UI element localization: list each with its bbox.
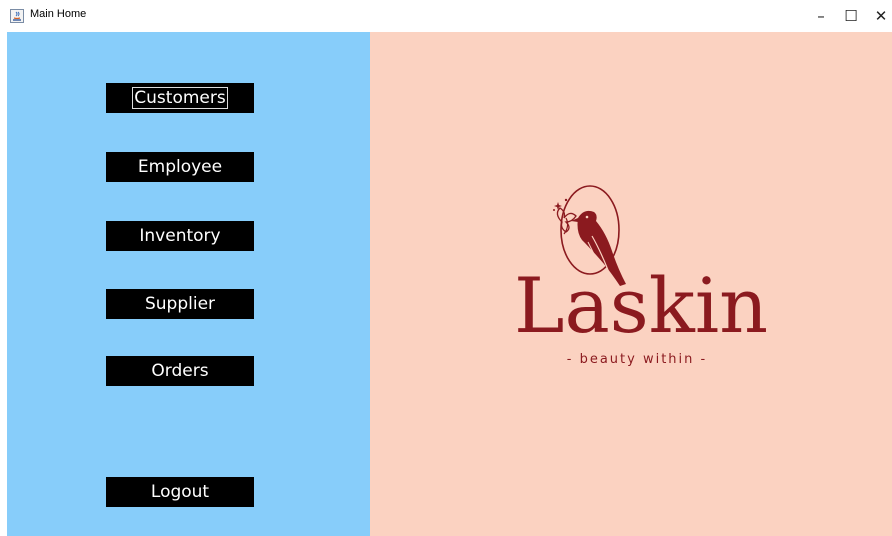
maximize-icon[interactable]: ☐ — [836, 0, 866, 32]
orders-button[interactable]: Orders — [106, 356, 254, 386]
customers-button[interactable]: Customers — [106, 83, 254, 113]
brand-tagline: - beauty within - — [567, 352, 707, 367]
brand-panel: Laskin - beauty within - — [370, 32, 892, 536]
brand-name: Laskin — [514, 261, 768, 350]
orders-button-label: Orders — [151, 361, 209, 381]
java-app-icon — [10, 9, 24, 23]
minimize-icon[interactable]: – — [806, 0, 836, 32]
inventory-button[interactable]: Inventory — [106, 221, 254, 251]
window-title: Main Home — [30, 8, 87, 20]
logout-button[interactable]: Logout — [106, 477, 254, 507]
brand-logo: Laskin - beauty within - — [514, 185, 768, 367]
logout-button-label: Logout — [150, 482, 210, 502]
employee-button[interactable]: Employee — [106, 152, 254, 182]
navigation-panel: Customers Employee Inventory Supplier Or… — [7, 32, 370, 536]
title-bar: Main Home – ☐ ✕ — [0, 0, 892, 32]
supplier-button-label: Supplier — [144, 294, 216, 314]
customers-button-label: Customers — [132, 87, 228, 109]
inventory-button-label: Inventory — [139, 226, 221, 246]
employee-button-label: Employee — [137, 157, 223, 177]
close-icon[interactable]: ✕ — [866, 0, 892, 32]
supplier-button[interactable]: Supplier — [106, 289, 254, 319]
